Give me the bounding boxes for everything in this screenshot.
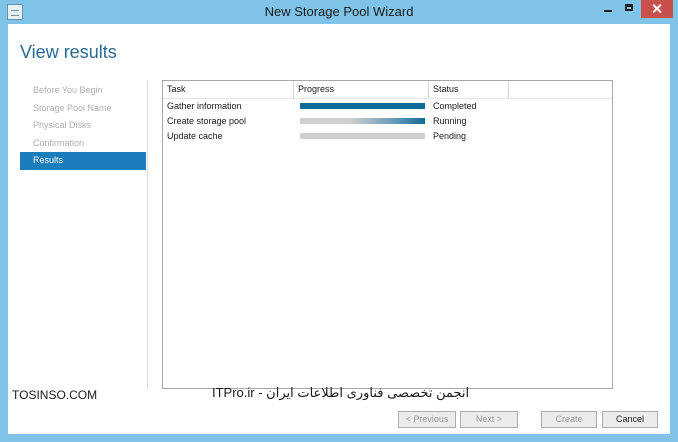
nav-item-results[interactable]: Results <box>20 152 146 170</box>
page-title: View results <box>20 42 117 62</box>
previous-button[interactable]: < Previous <box>398 411 456 428</box>
create-button[interactable]: Create <box>541 411 597 428</box>
nav-item-confirmation[interactable]: Confirmation <box>20 135 146 153</box>
progress-bar-fill <box>300 118 425 124</box>
minimize-button[interactable] <box>597 0 619 18</box>
task-name: Gather information <box>167 101 242 111</box>
nav-item-physical-disks[interactable]: Physical Disks <box>20 117 146 135</box>
table-row[interactable]: Create storage pool Running <box>163 114 612 129</box>
wizard-footer: < Previous Next > Create Cancel <box>8 404 670 434</box>
progress-bar <box>300 103 425 109</box>
cancel-button[interactable]: Cancel <box>602 411 658 428</box>
table-header: Task Progress Status <box>163 81 612 99</box>
table-row[interactable]: Update cache Pending <box>163 129 612 144</box>
task-status: Completed <box>433 101 477 111</box>
progress-bar <box>300 118 425 124</box>
nav-item-before-you-begin[interactable]: Before You Begin <box>20 82 146 100</box>
wizard-window: New Storage Pool Wizard View results Bef… <box>0 0 678 442</box>
window-title: New Storage Pool Wizard <box>264 4 414 19</box>
close-button[interactable] <box>641 0 673 18</box>
progress-bar-fill <box>300 103 425 109</box>
column-header-status[interactable]: Status <box>429 81 509 98</box>
watermark-left: TOSINSO.COM <box>12 388 98 402</box>
table-row[interactable]: Gather information Completed <box>163 99 612 114</box>
column-header-progress[interactable]: Progress <box>294 81 429 98</box>
next-button[interactable]: Next > <box>460 411 518 428</box>
results-table: Task Progress Status Gather information … <box>162 80 613 389</box>
task-status: Running <box>433 116 467 126</box>
title-bar[interactable]: New Storage Pool Wizard <box>0 0 678 24</box>
nav-item-storage-pool-name[interactable]: Storage Pool Name <box>20 100 146 118</box>
wizard-client-area: View results Before You Begin Storage Po… <box>8 24 670 434</box>
maximize-button[interactable] <box>619 0 641 18</box>
column-header-task[interactable]: Task <box>163 81 294 98</box>
wizard-steps-nav: Before You Begin Storage Pool Name Physi… <box>20 82 146 170</box>
progress-bar <box>300 133 425 139</box>
task-status: Pending <box>433 131 467 141</box>
task-name: Create storage pool <box>167 116 247 126</box>
nav-divider <box>147 81 148 389</box>
watermark-right: ITPro.ir - انجمن تخصصی فناوری اطلاعات ای… <box>212 385 470 400</box>
task-name: Update cache <box>167 131 223 141</box>
